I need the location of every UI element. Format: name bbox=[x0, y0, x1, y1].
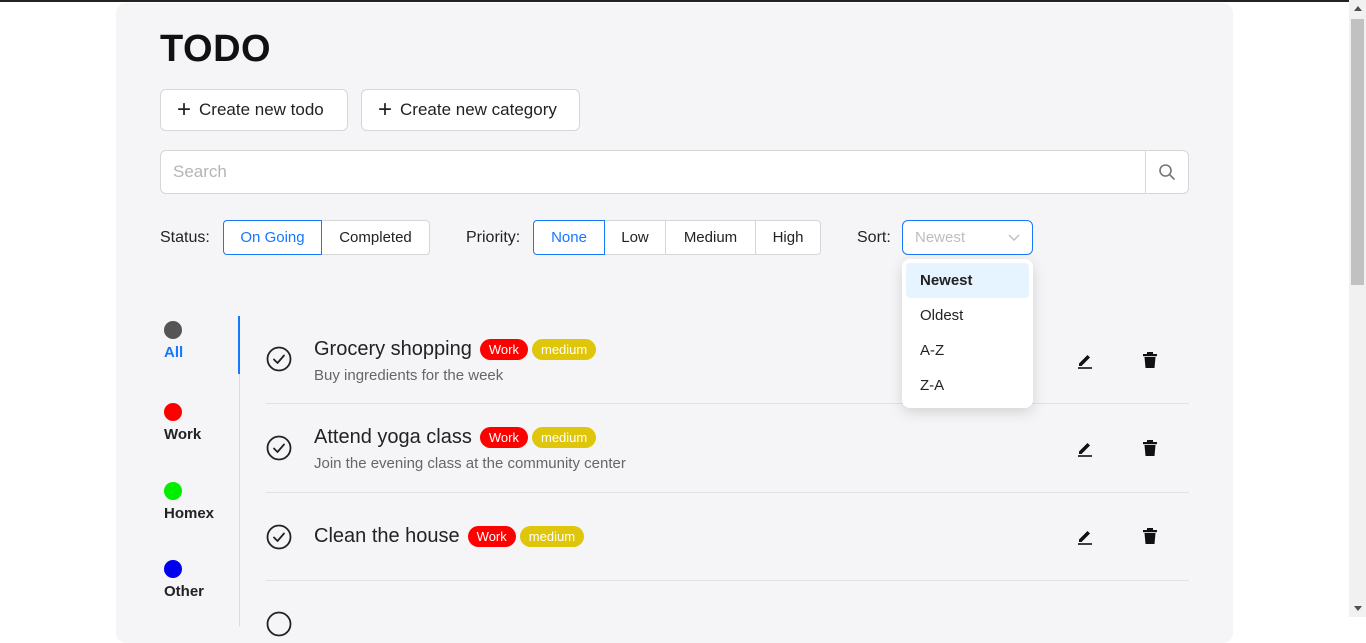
category-item-work[interactable]: Work bbox=[164, 403, 201, 443]
window-top-border bbox=[0, 0, 1366, 2]
search-bar bbox=[160, 150, 1189, 194]
complete-check-icon[interactable] bbox=[266, 435, 292, 461]
category-active-indicator bbox=[238, 316, 240, 374]
category-dot bbox=[164, 321, 182, 339]
trash-icon[interactable] bbox=[1140, 526, 1160, 546]
sort-option-oldest[interactable]: Oldest bbox=[906, 298, 1029, 333]
todo-divider bbox=[266, 580, 1189, 581]
todo-description: Buy ingredients for the week bbox=[314, 367, 504, 384]
scrollbar-thumb[interactable] bbox=[1351, 19, 1364, 285]
complete-check-icon[interactable] bbox=[266, 524, 292, 550]
priority-option-high[interactable]: High bbox=[755, 220, 821, 255]
status-filter: On Going Completed bbox=[223, 220, 430, 255]
priority-tag: medium bbox=[531, 427, 597, 448]
category-name: Other bbox=[164, 583, 205, 600]
todo-item: Attend yoga class Work medium Join the e… bbox=[266, 404, 1189, 492]
page-title: TODO bbox=[160, 28, 272, 70]
search-icon bbox=[1159, 164, 1175, 180]
plus-icon: + bbox=[177, 96, 192, 123]
create-category-button[interactable]: + Create new category bbox=[361, 89, 580, 131]
sort-label: Sort: bbox=[857, 229, 891, 246]
trash-icon[interactable] bbox=[1140, 350, 1160, 370]
create-todo-button[interactable]: + Create new todo bbox=[160, 89, 348, 131]
category-name: All bbox=[164, 344, 184, 361]
priority-filter-label: Priority: bbox=[466, 229, 521, 246]
scroll-down-arrow-icon[interactable] bbox=[1349, 600, 1366, 617]
category-name: Work bbox=[164, 426, 202, 443]
category-item-other[interactable]: Other bbox=[164, 560, 204, 600]
complete-check-icon[interactable] bbox=[266, 346, 292, 372]
priority-option-medium[interactable]: Medium bbox=[665, 220, 756, 255]
create-todo-label: Create new todo bbox=[199, 100, 324, 119]
todo-title: Clean the house bbox=[314, 525, 460, 547]
edit-icon[interactable] bbox=[1075, 438, 1095, 458]
todo-item: Clean the house Work medium bbox=[266, 493, 1189, 581]
sort-dropdown: Newest Oldest A-Z Z-A bbox=[902, 259, 1033, 408]
todo-title: Grocery shopping bbox=[314, 338, 472, 360]
page-scrollbar[interactable] bbox=[1349, 0, 1366, 617]
todo-title: Attend yoga class bbox=[314, 426, 472, 448]
plus-icon: + bbox=[378, 96, 393, 123]
status-filter-label: Status: bbox=[160, 229, 210, 246]
todo-item: Grocery shopping Work medium Buy ingredi… bbox=[266, 316, 1189, 404]
category-item-all[interactable]: All bbox=[164, 321, 183, 361]
scroll-up-arrow-icon[interactable] bbox=[1349, 0, 1366, 17]
sort-option-a-z[interactable]: A-Z bbox=[906, 333, 1029, 368]
todo-title-line: Attend yoga class Work medium bbox=[314, 426, 600, 449]
category-tag: Work bbox=[479, 339, 528, 360]
category-tag: Work bbox=[467, 526, 516, 547]
chevron-down-icon bbox=[1008, 234, 1020, 241]
sort-option-newest[interactable]: Newest bbox=[906, 263, 1029, 298]
category-item-homex[interactable]: Homex bbox=[164, 482, 214, 522]
todo-title-line: Grocery shopping Work medium bbox=[314, 338, 600, 361]
complete-check-icon[interactable] bbox=[266, 611, 292, 637]
category-dot bbox=[164, 403, 182, 421]
sort-select[interactable]: Newest bbox=[902, 220, 1033, 255]
search-input[interactable] bbox=[161, 151, 1145, 193]
edit-icon[interactable] bbox=[1075, 350, 1095, 370]
trash-icon[interactable] bbox=[1140, 438, 1160, 458]
sort-select-value: Newest bbox=[915, 229, 966, 246]
priority-filter: None Low Medium High bbox=[533, 220, 821, 255]
status-option-completed[interactable]: Completed bbox=[321, 220, 430, 255]
status-option-on-going[interactable]: On Going bbox=[223, 220, 322, 255]
edit-icon[interactable] bbox=[1075, 526, 1095, 546]
priority-option-low[interactable]: Low bbox=[604, 220, 666, 255]
priority-option-none[interactable]: None bbox=[533, 220, 605, 255]
category-name: Homex bbox=[164, 505, 215, 522]
category-dot bbox=[164, 482, 182, 500]
todo-description: Join the evening class at the community … bbox=[314, 455, 626, 472]
priority-tag: medium bbox=[531, 339, 597, 360]
create-category-label: Create new category bbox=[400, 100, 557, 119]
priority-tag: medium bbox=[519, 526, 585, 547]
todo-title-line: Clean the house Work medium bbox=[314, 525, 588, 548]
sort-option-z-a[interactable]: Z-A bbox=[906, 368, 1029, 403]
search-button[interactable] bbox=[1145, 151, 1188, 193]
category-dot bbox=[164, 560, 182, 578]
category-tag: Work bbox=[479, 427, 528, 448]
